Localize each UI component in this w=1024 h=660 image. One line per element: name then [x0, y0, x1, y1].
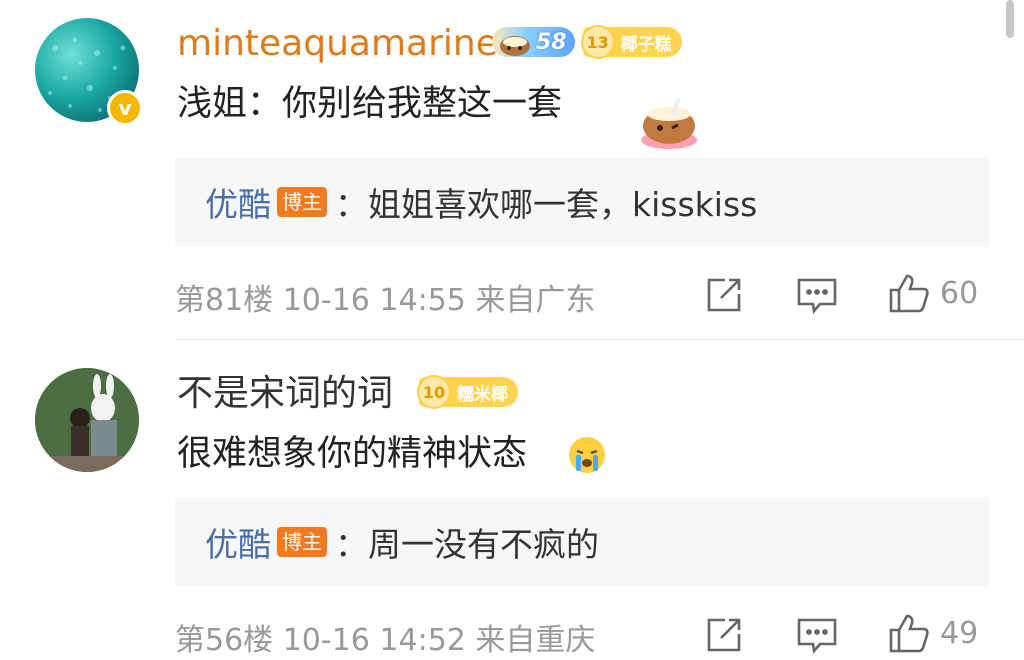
- username[interactable]: 不是宋词的词: [177, 372, 393, 416]
- comment-icon: [797, 618, 837, 655]
- comment-button[interactable]: [796, 276, 838, 316]
- share-button[interactable]: [705, 616, 743, 654]
- fan-level-badge[interactable]: 13 椰子糕: [580, 25, 682, 59]
- like-icon: [889, 274, 929, 313]
- comment-text: 很难想象你的精神状态: [177, 434, 528, 474]
- vip-level: 58: [536, 29, 567, 55]
- username[interactable]: minteaquamarine: [177, 22, 498, 66]
- fan-title: 糯米椰: [457, 384, 508, 405]
- share-button[interactable]: [705, 276, 743, 314]
- author-tag: 博主: [277, 187, 327, 217]
- people-with-rabbit-icon: [35, 368, 139, 472]
- vip-badge[interactable]: 58: [492, 27, 575, 57]
- comment-item: v minteaquamarine 58 13 椰子糕 浅姐：你别给我整这一套 …: [0, 0, 1024, 340]
- comment-text: 浅姐：你别给我整这一套: [177, 84, 563, 124]
- fan-level: 13: [580, 25, 615, 59]
- comment-meta: 第81楼 10-16 14:55 来自广东: [175, 283, 596, 318]
- like-count: 60: [940, 275, 979, 311]
- reply-text: ：姐姐喜欢哪一套，kisskiss: [335, 185, 758, 224]
- user-badges[interactable]: 58 13 椰子糕: [492, 25, 682, 59]
- like-count: 49: [940, 615, 979, 651]
- like-button[interactable]: 60: [888, 272, 978, 314]
- avatar-image: [35, 368, 139, 472]
- comment-meta: 第56楼 10-16 14:52 来自重庆: [175, 623, 596, 658]
- author-tag: 博主: [277, 527, 327, 557]
- user-badges[interactable]: 10 糯米椰: [417, 375, 518, 409]
- author-reply[interactable]: 优酷 博主 ：姐姐喜欢哪一套，kisskiss: [175, 157, 989, 247]
- comment-icon: [797, 278, 837, 315]
- fan-title: 椰子糕: [620, 34, 672, 55]
- like-icon: [889, 614, 929, 653]
- share-icon: [707, 618, 741, 652]
- fan-level: 10: [417, 375, 451, 409]
- reply-text: ：周一没有不疯的: [335, 525, 599, 564]
- author-reply[interactable]: 优酷 博主 ：周一没有不疯的: [175, 497, 989, 587]
- coconut-emoji-icon: [641, 97, 697, 149]
- coconut-icon: [500, 36, 530, 56]
- crying-emoji-icon: [569, 437, 605, 473]
- comment-item: 不是宋词的词 10 糯米椰 很难想象你的精神状态 优酷 博主 ：周一没有不疯的 …: [0, 340, 1024, 660]
- fan-level-badge[interactable]: 10 糯米椰: [417, 375, 518, 409]
- verified-icon: v: [107, 90, 143, 126]
- avatar[interactable]: v: [35, 18, 143, 126]
- reply-author-name[interactable]: 优酷: [205, 518, 271, 566]
- reply-author-name[interactable]: 优酷: [205, 178, 271, 226]
- like-button[interactable]: 49: [888, 612, 978, 654]
- comment-button[interactable]: [796, 616, 838, 656]
- avatar[interactable]: [35, 368, 139, 472]
- share-icon: [707, 278, 741, 312]
